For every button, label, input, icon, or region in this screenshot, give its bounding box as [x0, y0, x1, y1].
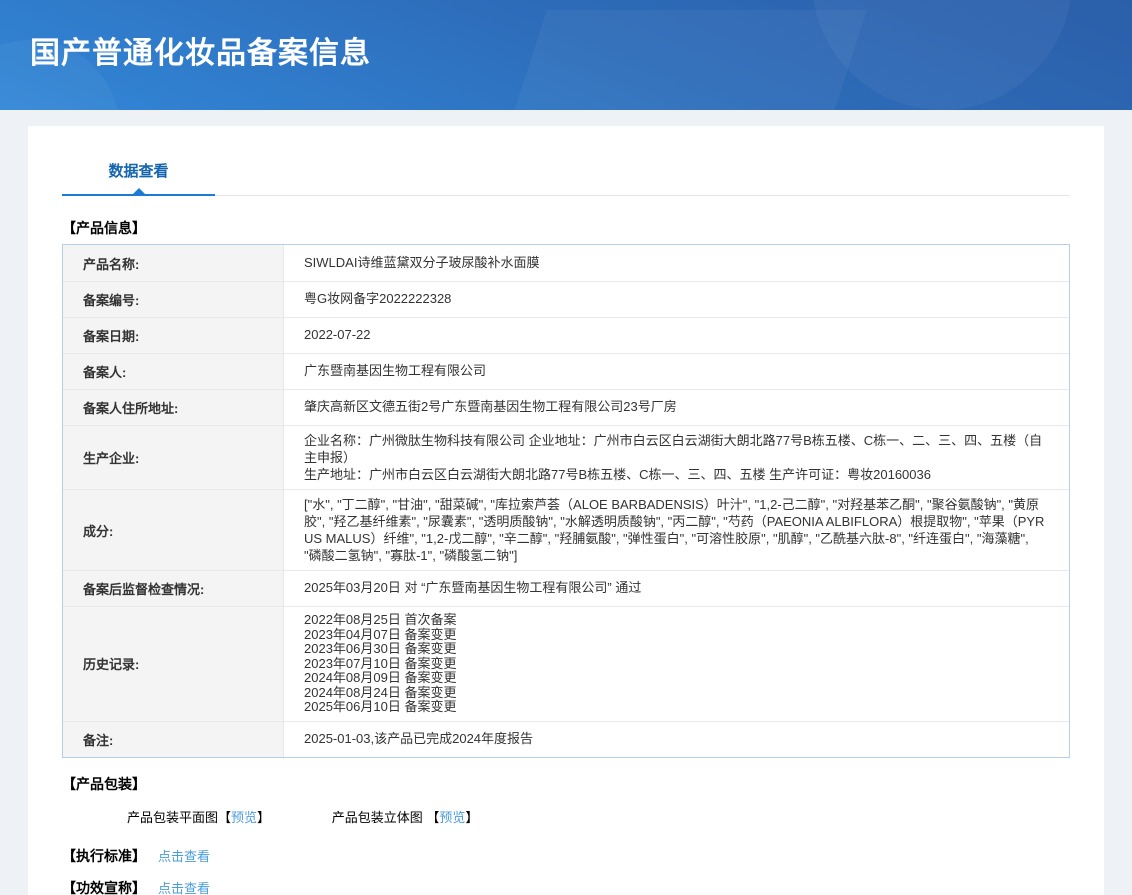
- table-row-product-name: 产品名称: SIWLDAI诗维蓝黛双分子玻尿酸补水面膜: [63, 245, 1069, 281]
- section-packaging: 【产品包装】: [62, 774, 1070, 794]
- history-line: 2023年04月07日 备案变更: [304, 628, 1049, 643]
- packaging-stereo-label: 产品包装立体图: [332, 810, 423, 825]
- row-label: 历史记录:: [63, 607, 284, 721]
- table-row-ingredients: 成分: ["水", "丁二醇", "甘油", "甜菜碱", "库拉索芦荟（ALO…: [63, 489, 1069, 570]
- packaging-stereo-preview-link[interactable]: 预览: [439, 810, 465, 825]
- table-row-registration-number: 备案编号: 粤G妆网备字2022222328: [63, 281, 1069, 317]
- product-info-table: 产品名称: SIWLDAI诗维蓝黛双分子玻尿酸补水面膜 备案编号: 粤G妆网备字…: [62, 244, 1070, 758]
- history-line: 2023年07月10日 备案变更: [304, 657, 1049, 672]
- section-claims: 【功效宣称】: [62, 878, 146, 895]
- section-product-info: 【产品信息】: [62, 218, 1070, 238]
- table-row-supervision: 备案后监督检查情况: 2025年03月20日 对 “广东暨南基因生物工程有限公司…: [63, 570, 1069, 606]
- tab-data-view[interactable]: 数据查看: [62, 160, 215, 196]
- page-header: 国产普通化妆品备案信息: [0, 0, 1132, 110]
- tab-active-indicator-icon: [133, 188, 145, 194]
- bracket-close: 】: [257, 810, 270, 825]
- table-row-registrant: 备案人: 广东暨南基因生物工程有限公司: [63, 353, 1069, 389]
- claims-view-link[interactable]: 点击查看: [158, 878, 210, 895]
- page-title: 国产普通化妆品备案信息: [30, 28, 371, 72]
- row-value: 2025-01-03,该产品已完成2024年度报告: [284, 725, 1069, 754]
- row-label: 产品名称:: [63, 245, 284, 281]
- history-line: 2024年08月09日 备案变更: [304, 671, 1049, 686]
- row-label: 备案人:: [63, 354, 284, 389]
- standard-row: 【执行标准】 点击查看: [62, 846, 1070, 866]
- packaging-row: 产品包装平面图【预览】 产品包装立体图 【预览】: [127, 807, 1070, 826]
- row-label: 备注:: [63, 722, 284, 757]
- table-row-registrant-address: 备案人住所地址: 肇庆高新区文德五街2号广东暨南基因生物工程有限公司23号厂房: [63, 389, 1069, 425]
- row-value: 2025年03月20日 对 “广东暨南基因生物工程有限公司” 通过: [284, 574, 1069, 603]
- manufacturer-line-1: 企业名称：广州微肽生物科技有限公司 企业地址：广州市白云区白云湖街大朗北路77号…: [304, 432, 1049, 466]
- row-value: 粤G妆网备字2022222328: [284, 285, 1069, 314]
- packaging-flat-group: 产品包装平面图【预览】: [127, 810, 274, 825]
- row-label: 备案人住所地址:: [63, 390, 284, 425]
- history-line: 2022年08月25日 首次备案: [304, 613, 1049, 628]
- row-value: 2022年08月25日 首次备案 2023年04月07日 备案变更 2023年0…: [284, 607, 1069, 721]
- content-card: 数据查看 【产品信息】 产品名称: SIWLDAI诗维蓝黛双分子玻尿酸补水面膜 …: [28, 126, 1104, 895]
- row-label: 备案编号:: [63, 282, 284, 317]
- packaging-flat-label: 产品包装平面图: [127, 810, 218, 825]
- row-value: 肇庆高新区文德五街2号广东暨南基因生物工程有限公司23号厂房: [284, 393, 1069, 422]
- history-line: 2025年06月10日 备案变更: [304, 700, 1049, 715]
- table-row-history: 历史记录: 2022年08月25日 首次备案 2023年04月07日 备案变更 …: [63, 606, 1069, 721]
- table-row-registration-date: 备案日期: 2022-07-22: [63, 317, 1069, 353]
- header-decoration-polygon: [495, 10, 867, 110]
- bracket-open: 【: [426, 810, 439, 825]
- bracket-close: 】: [465, 810, 478, 825]
- packaging-stereo-group: 产品包装立体图 【预览】: [332, 810, 479, 825]
- manufacturer-line-2: 生产地址：广州市白云区白云湖街大朗北路77号B栋五楼、C栋一、三、四、五楼 生产…: [304, 466, 1049, 483]
- row-label: 备案后监督检查情况:: [63, 571, 284, 606]
- row-value: SIWLDAI诗维蓝黛双分子玻尿酸补水面膜: [284, 249, 1069, 278]
- row-value: ["水", "丁二醇", "甘油", "甜菜碱", "库拉索芦荟（ALOE BA…: [284, 490, 1069, 570]
- row-label: 成分:: [63, 490, 284, 570]
- standard-view-link[interactable]: 点击查看: [158, 846, 210, 865]
- claims-row: 【功效宣称】 点击查看: [62, 878, 1070, 895]
- history-line: 2024年08月24日 备案变更: [304, 686, 1049, 701]
- bracket-open: 【: [218, 810, 231, 825]
- row-label: 生产企业:: [63, 426, 284, 489]
- row-value: 2022-07-22: [284, 321, 1069, 350]
- row-label: 备案日期:: [63, 318, 284, 353]
- table-row-remarks: 备注: 2025-01-03,该产品已完成2024年度报告: [63, 721, 1069, 757]
- tab-bar: 数据查看: [62, 160, 1070, 196]
- row-value: 广东暨南基因生物工程有限公司: [284, 357, 1069, 386]
- section-standard: 【执行标准】: [62, 846, 146, 866]
- tab-data-view-label: 数据查看: [108, 163, 168, 180]
- row-value: 企业名称：广州微肽生物科技有限公司 企业地址：广州市白云区白云湖街大朗北路77号…: [284, 426, 1069, 489]
- packaging-flat-preview-link[interactable]: 预览: [231, 810, 257, 825]
- table-row-manufacturer: 生产企业: 企业名称：广州微肽生物科技有限公司 企业地址：广州市白云区白云湖街大…: [63, 425, 1069, 489]
- history-line: 2023年06月30日 备案变更: [304, 642, 1049, 657]
